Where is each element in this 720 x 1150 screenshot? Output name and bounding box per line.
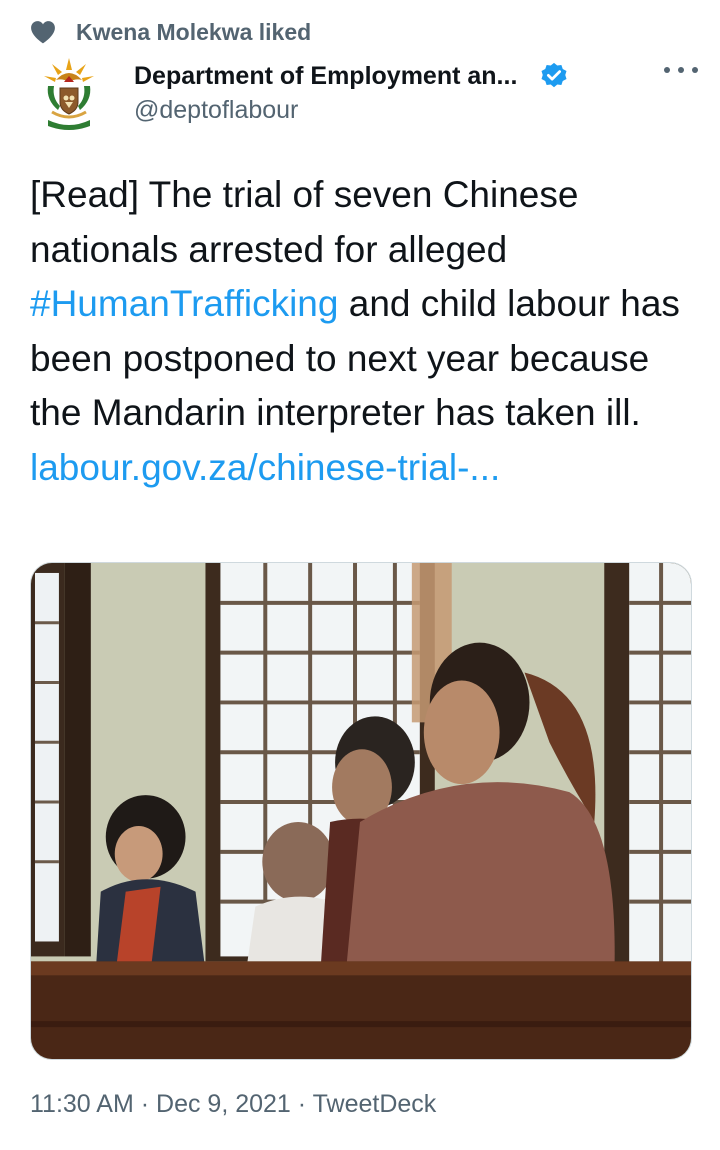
tweet-source[interactable]: TweetDeck — [313, 1090, 437, 1118]
avatar[interactable] — [38, 56, 100, 134]
courtroom-photo — [31, 563, 691, 1059]
author-names: Department of Employment an... @deptofla… — [134, 58, 634, 125]
tweet-time[interactable]: 11:30 AM — [30, 1090, 134, 1118]
author-handle[interactable]: @deptoflabour — [134, 96, 634, 125]
tweet-meta: 11:30 AM · Dec 9, 2021 · TweetDeck — [30, 1090, 436, 1119]
social-context[interactable]: Kwena Molekwa liked — [30, 16, 311, 48]
meta-separator: · — [140, 1090, 150, 1118]
tweet-header: Department of Employment an... @deptofla… — [38, 56, 698, 138]
hashtag-link[interactable]: #HumanTrafficking — [30, 283, 338, 324]
verified-badge-icon[interactable] — [539, 61, 569, 91]
heart-icon — [31, 21, 55, 44]
more-options-icon[interactable] — [664, 60, 698, 80]
tweet-date[interactable]: Dec 9, 2021 — [156, 1090, 291, 1118]
tweet-photo[interactable] — [30, 562, 692, 1060]
coat-of-arms-logo — [44, 58, 94, 130]
meta-separator-2: · — [297, 1090, 307, 1118]
tweet-text-prefix: [Read] The trial of seven Chinese nation… — [30, 174, 579, 270]
tweet-text: [Read] The trial of seven Chinese nation… — [30, 168, 700, 495]
social-context-text: Kwena Molekwa liked — [76, 18, 312, 45]
article-link[interactable]: labour.gov.za/chinese-trial-... — [30, 447, 500, 488]
author-display-name[interactable]: Department of Employment an... — [134, 62, 517, 91]
